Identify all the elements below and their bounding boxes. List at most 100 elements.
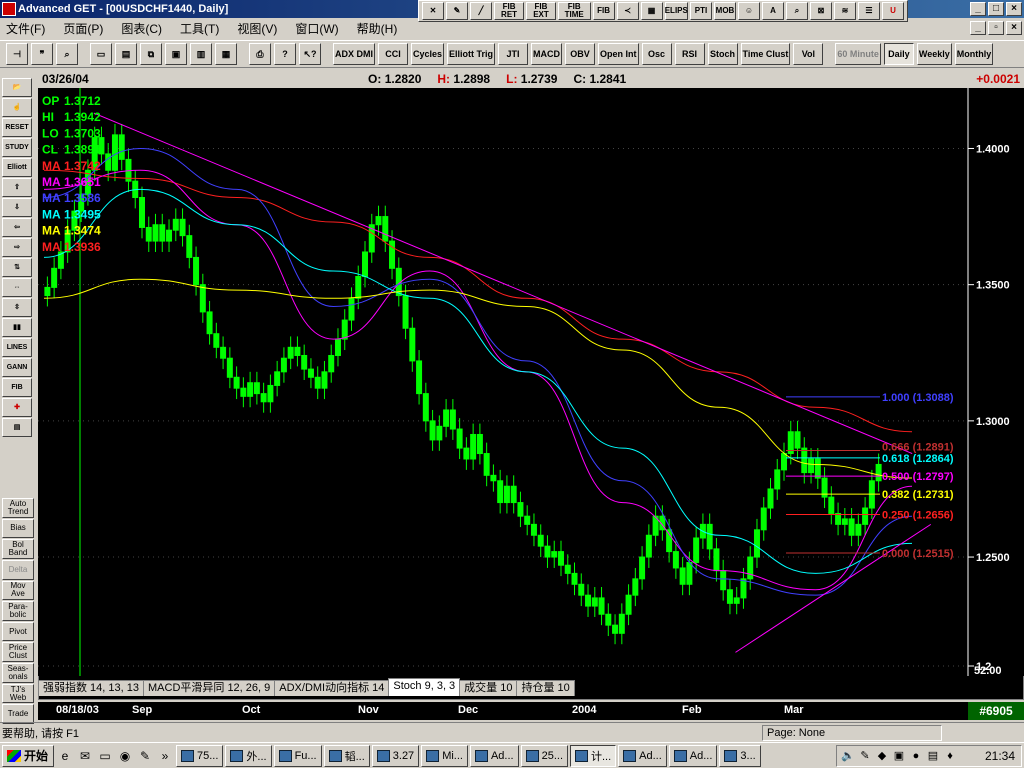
menu-chart[interactable]: 图表(C)	[119, 20, 164, 37]
elliott-tool-button[interactable]: Elliott	[2, 158, 32, 177]
open-folder-icon[interactable]: 📂	[2, 78, 32, 97]
tab-rsi[interactable]: 强弱指数 14, 13, 13	[38, 680, 144, 696]
print-icon[interactable]: ⎙	[249, 43, 271, 65]
fib-tool-button[interactable]: FIB	[2, 378, 32, 397]
pattern-icon[interactable]: ⊠	[809, 2, 832, 20]
tray-app-icon[interactable]: ▤	[926, 749, 940, 763]
ie-icon[interactable]: e	[56, 747, 74, 765]
study-cycles-button[interactable]: Cycles	[411, 43, 445, 65]
seasonals-button[interactable]: Seas-onals	[2, 663, 34, 683]
menu-page[interactable]: 页面(P)	[61, 20, 105, 37]
outlook-icon[interactable]: ✉	[76, 747, 94, 765]
lines-tool-button[interactable]: LINES	[2, 338, 32, 357]
doc-restore-button[interactable]: ▫	[988, 21, 1004, 35]
price-chart[interactable]: 1.40001.35001.30001.25001.20.666 (1.2891…	[38, 88, 1024, 676]
copy-chart-icon[interactable]: ⧉	[140, 43, 162, 65]
zoom-icon[interactable]: ⌕	[785, 2, 808, 20]
parabolic-button[interactable]: Para-bolic	[2, 601, 34, 621]
bars-icon[interactable]: ▮▮	[2, 318, 32, 337]
fib-button[interactable]: FIB	[592, 2, 615, 20]
taskbar-task-button[interactable]: 计...	[570, 744, 617, 767]
menu-help[interactable]: 帮助(H)	[355, 20, 400, 37]
taskbar-task-button[interactable]: 3.27	[371, 744, 420, 767]
start-button[interactable]: 开始	[2, 744, 54, 767]
taskbar-task-button[interactable]: 3...	[719, 744, 761, 767]
volume-icon[interactable]: 🔈	[841, 749, 855, 763]
arrow-fan-icon[interactable]: ≺	[616, 2, 639, 20]
taskbar-task-button[interactable]: Mi...	[421, 744, 468, 767]
cross-tool-icon[interactable]: ✕	[422, 2, 444, 20]
grid-icon[interactable]: ▦	[640, 2, 663, 20]
study-obv-button[interactable]: OBV	[565, 43, 596, 65]
tray-app2-icon[interactable]: ♦	[943, 749, 957, 763]
menu-tools[interactable]: 工具(T)	[178, 20, 221, 37]
new-page-icon[interactable]: ▭	[90, 43, 112, 65]
scroll-right-icon[interactable]: ⇨	[2, 238, 32, 257]
smiley-icon[interactable]: ☺	[737, 2, 760, 20]
study-adx-dmi-button[interactable]: ADX DMI	[333, 43, 375, 65]
doc-minimize-button[interactable]: _	[970, 21, 986, 35]
minimize-button[interactable]: _	[970, 2, 986, 16]
doc-close-button[interactable]: ×	[1006, 21, 1022, 35]
taskbar-task-button[interactable]: 75...	[176, 744, 224, 767]
trend-icon[interactable]: ≋	[833, 2, 856, 20]
auto-trend-button[interactable]: Auto Trend	[2, 498, 34, 518]
line-tool-icon[interactable]: ╱	[470, 2, 492, 20]
moving-average-button[interactable]: Mov Ave	[2, 580, 34, 601]
pivot-button[interactable]: Pivot	[2, 621, 34, 642]
fib-time-button[interactable]: FIB TIME	[557, 2, 591, 20]
bias-button[interactable]: Bias	[2, 518, 34, 539]
study-time-clust-button[interactable]: Time Clust	[740, 43, 791, 65]
language-icon[interactable]: ◆	[875, 749, 889, 763]
period-weekly-button[interactable]: Weekly	[916, 43, 952, 65]
pti-button[interactable]: PTI	[689, 2, 712, 20]
study-elliott-trig-button[interactable]: Elliott Trig	[447, 43, 496, 65]
taskbar-task-button[interactable]: 韬...	[323, 744, 370, 767]
reset-button[interactable]: RESET	[2, 118, 32, 137]
menu-view[interactable]: 视图(V)	[235, 20, 279, 37]
notes-icon[interactable]: ☰	[857, 2, 880, 20]
expand-vertical-icon[interactable]: ⇳	[2, 298, 32, 317]
template-icon[interactable]: ▥	[190, 43, 212, 65]
study-tool-button[interactable]: STUDY	[2, 138, 32, 157]
scroll-down-icon[interactable]: ⇩	[2, 198, 32, 217]
taskbar-task-button[interactable]: Ad...	[469, 744, 519, 767]
expand-horizontal-icon[interactable]: ⇔	[2, 278, 32, 297]
search-icon[interactable]: ⌕	[56, 43, 78, 65]
desktop-icon[interactable]: ▭	[96, 747, 114, 765]
study-stoch-button[interactable]: Stoch	[707, 43, 738, 65]
layout-icon[interactable]: ▤	[2, 418, 32, 437]
delta-button[interactable]: Delta	[2, 559, 34, 580]
text-tool-button[interactable]: A	[761, 2, 784, 20]
study-osc-button[interactable]: Osc	[641, 43, 672, 65]
bollinger-band-button[interactable]: Bol Band	[2, 539, 34, 559]
compress-icon[interactable]: ⇅	[2, 258, 32, 277]
magnet-icon[interactable]: U	[881, 2, 904, 20]
maximize-button[interactable]: □	[988, 2, 1004, 16]
study-open-int-button[interactable]: Open Int	[598, 43, 639, 65]
scroll-up-icon[interactable]: ⇧	[2, 178, 32, 197]
tab-stoch[interactable]: Stoch 9, 3, 3	[388, 678, 461, 696]
price-clust-button[interactable]: Price Clust	[2, 642, 34, 663]
close-button[interactable]: ×	[1006, 2, 1022, 16]
help-icon[interactable]: ?	[274, 43, 296, 65]
tray-tool-icon[interactable]: ✎	[858, 749, 872, 763]
tab-macd[interactable]: MACD平滑异同 12, 26, 9	[143, 680, 276, 696]
pencil-icon[interactable]: ✎	[446, 2, 468, 20]
mob-button[interactable]: MOB	[713, 2, 736, 20]
tab-volume[interactable]: 成交量 10	[459, 680, 518, 696]
tab-adx-dmi[interactable]: ADX/DMI动向指标 14	[274, 680, 390, 696]
quicklaunch-more-icon[interactable]: »	[156, 747, 174, 765]
network-icon[interactable]: ▣	[892, 749, 906, 763]
select-pointer-icon[interactable]: ☝	[2, 98, 32, 117]
open-chart-icon[interactable]: ▤	[115, 43, 137, 65]
quote-icon[interactable]: ❞	[31, 43, 53, 65]
gann-tool-button[interactable]: GANN	[2, 358, 32, 377]
pin-icon[interactable]: ⊣	[6, 43, 28, 65]
study-jti-button[interactable]: JTI	[498, 43, 529, 65]
study-cci-button[interactable]: CCI	[378, 43, 408, 65]
antivirus-icon[interactable]: ●	[909, 749, 923, 763]
menu-file[interactable]: 文件(F)	[4, 20, 47, 37]
context-help-icon[interactable]: ↖?	[299, 43, 321, 65]
tjs-web-button[interactable]: TJ's Web	[2, 683, 34, 704]
